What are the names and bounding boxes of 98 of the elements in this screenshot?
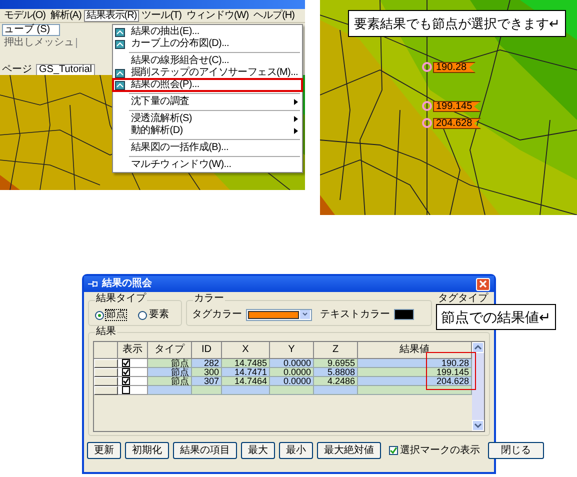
menu-item[interactable]: 動的解析(D)	[113, 125, 302, 137]
menu-item[interactable]: ウィンドウ(W)	[184, 10, 251, 22]
checkbox[interactable]	[122, 359, 130, 367]
menu-item[interactable]: 解析(A)	[48, 10, 84, 22]
scrollbar[interactable]	[472, 342, 484, 431]
table-cell: 204.628	[358, 377, 472, 386]
caret-icon	[300, 310, 310, 319]
pin-icon	[88, 280, 98, 288]
table-cell	[314, 386, 358, 395]
group-label: タグタイプ	[438, 294, 488, 304]
menu-item[interactable]: カーブ上の分布図(D)...	[113, 38, 302, 50]
table-cell: 5.8808	[314, 368, 358, 377]
row-header[interactable]	[94, 359, 118, 368]
value-tag: 204.628	[433, 118, 482, 129]
close-icon	[479, 280, 487, 288]
checkbox[interactable]	[122, 368, 130, 376]
table-cell	[148, 386, 192, 395]
menu-item[interactable]: マルチウィンドウ(W)...	[113, 159, 302, 171]
dialog-button[interactable]: 最大	[241, 442, 275, 459]
column-header: X	[222, 342, 270, 359]
value-tag: 190.28	[433, 62, 476, 73]
callout: 節点での結果値↵	[436, 304, 556, 330]
table-cell: 4.2486	[314, 377, 358, 386]
color-swatch	[248, 310, 299, 318]
combo-value: ューブ (S)	[4, 25, 50, 35]
table-cell	[192, 386, 222, 395]
sheet-icon	[115, 68, 125, 78]
checkbox[interactable]	[389, 446, 398, 455]
sheet-icon	[115, 28, 125, 36]
table-cell: 9.6955	[314, 359, 358, 368]
table-cell: 199.145	[358, 368, 472, 377]
column-header: タイプ	[148, 342, 192, 359]
dialog-button[interactable]: 閉じる	[488, 442, 544, 459]
group-label: 結果	[95, 327, 117, 337]
table-cell: 14.7485	[222, 359, 270, 368]
table-cell	[222, 386, 270, 395]
row-header[interactable]	[94, 368, 118, 377]
column-header: Y	[270, 342, 314, 359]
radio-button[interactable]	[138, 310, 147, 320]
menu-item[interactable]: 沈下量の調査	[113, 96, 302, 108]
field-label: タグカラー	[192, 310, 242, 320]
row-header[interactable]	[94, 377, 118, 386]
table-cell: 14.7471	[222, 368, 270, 377]
column-header: 表示	[118, 342, 148, 359]
menu-item[interactable]: 浸透流解析(S)	[113, 113, 302, 125]
checkbox[interactable]	[122, 386, 130, 394]
column-header: ID	[192, 342, 222, 359]
page-tab[interactable]: GS_Tutorial	[36, 64, 95, 75]
table-cell: 300	[192, 368, 222, 377]
menu-item[interactable]: ヘルプ(H)	[252, 10, 296, 22]
group-label: 結果タイプ	[95, 294, 147, 304]
table-cell: 190.28	[358, 359, 472, 368]
toolbar-button[interactable]: 押出しメッシュ	[2, 38, 77, 48]
table-cell: 307	[192, 377, 222, 386]
menu-item[interactable]: モデル(O)	[2, 10, 48, 22]
table-cell: 0.0000	[270, 377, 314, 386]
dialog-button[interactable]: 初期化	[125, 442, 169, 459]
menu-item[interactable]: 結果の線形組合せ(C)...	[113, 55, 302, 67]
menu-item[interactable]: 結果表示(R)	[84, 10, 139, 22]
group-label: カラー	[193, 294, 225, 304]
scroll-down-icon[interactable]	[472, 420, 484, 431]
menu-item[interactable]: 結果図の一括作成(B)...	[113, 142, 302, 154]
submenu-arrow-icon	[294, 99, 298, 105]
table-cell: 節点	[148, 359, 192, 368]
row-header[interactable]	[94, 386, 118, 395]
column-header: 結果値	[358, 342, 472, 359]
value-tag: 199.145	[433, 101, 482, 112]
table-cell: 0.0000	[270, 368, 314, 377]
color-swatch[interactable]	[394, 309, 414, 320]
style-combo[interactable]: ューブ (S)	[2, 24, 60, 36]
menu-item[interactable]: 掘削ステップのアイソサーフェス(M)...	[113, 67, 302, 79]
table-cell: 0.0000	[270, 359, 314, 368]
radio-label: 節点	[106, 310, 126, 320]
checkbox[interactable]	[122, 377, 130, 385]
radio-button[interactable]	[95, 310, 104, 320]
checkbox-label: 選択マークの表示	[400, 446, 480, 456]
table-cell	[270, 386, 314, 395]
sheet-icon	[115, 40, 125, 48]
dialog-button[interactable]: 最小	[279, 442, 313, 459]
table-cell: 14.7464	[222, 377, 270, 386]
column-header: Z	[314, 342, 358, 359]
menu-item[interactable]: ツール(T)	[140, 10, 184, 22]
table-cell: 節点	[148, 368, 192, 377]
scroll-up-icon[interactable]	[472, 342, 484, 353]
sheet-icon	[115, 80, 125, 90]
radio-label: 要素	[149, 310, 169, 320]
table-cell: 節点	[148, 377, 192, 386]
tag-color-dropdown[interactable]	[246, 308, 312, 320]
menu-item[interactable]: 結果の抽出(E)...	[113, 26, 302, 38]
field-label: テキストカラー	[320, 310, 390, 320]
dialog-button[interactable]: 更新	[87, 442, 121, 459]
dialog-title: 結果の照会	[102, 279, 152, 289]
dialog-button[interactable]: 最大絶対値	[317, 442, 381, 459]
close-button[interactable]	[476, 278, 490, 290]
callout: 要素結果でも節点が選択できます↵	[348, 10, 566, 37]
page-label: ページ	[2, 65, 32, 75]
dialog-button[interactable]: 結果の項目	[173, 442, 237, 459]
table-cell: 282	[192, 359, 222, 368]
